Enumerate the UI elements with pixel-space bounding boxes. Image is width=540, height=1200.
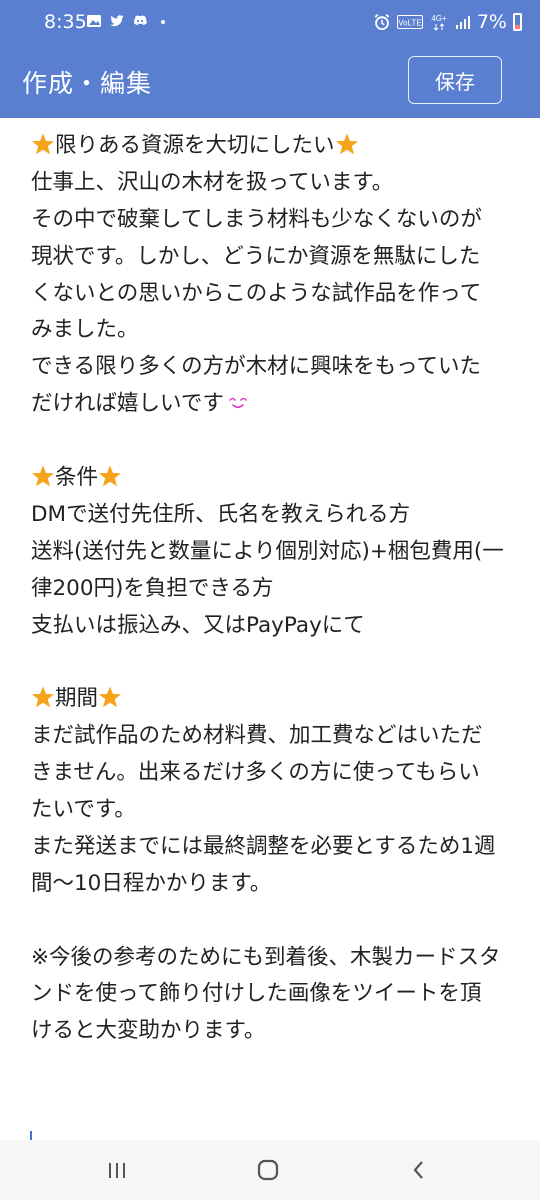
text-line: 現状です。しかし、どうにか資源を無駄にした — [31, 239, 521, 276]
text-line: けると大変助かります。 — [31, 1013, 521, 1050]
page-title: 作成・編集 — [22, 69, 153, 98]
section-heading-text: 期間 — [55, 686, 99, 712]
text-line: だければ嬉しいです — [31, 386, 521, 423]
text-line-content: まだ試作品のため材料費、加工費などはいただ — [31, 723, 483, 749]
text-line-content: また発送までには最終調整を必要とするため1週 — [31, 833, 496, 859]
alarm-icon — [374, 14, 390, 30]
text-line: まだ試作品のため材料費、加工費などはいただ — [31, 718, 521, 755]
text-line-content: その中で破棄してしまう材料も少なくないのが — [31, 206, 482, 232]
save-button[interactable]: 保存 — [408, 56, 502, 104]
text-line: できる限り多くの方が木材に興味をもっていた — [31, 349, 521, 386]
text-line-content: 現状です。しかし、どうにか資源を無駄にした — [31, 243, 481, 269]
home-button[interactable] — [253, 1156, 283, 1184]
back-button[interactable] — [404, 1156, 434, 1184]
text-line: たいです。 — [31, 792, 521, 829]
gallery-icon — [87, 15, 101, 27]
star-icon — [32, 133, 54, 155]
recent-apps-icon — [109, 1163, 125, 1178]
section-heading: 条件 — [31, 460, 521, 497]
more-notifications-dot-icon — [161, 20, 165, 24]
status-right: VoLTE 4G+ 7% — [373, 11, 522, 33]
text-line-content: きません。出来るだけ多くの方に使ってもらい — [31, 760, 480, 786]
text-line-content: みました。 — [31, 317, 139, 343]
discord-icon — [134, 15, 147, 26]
text-line: みました。 — [31, 312, 521, 349]
text-line: きません。出来るだけ多くの方に使ってもらい — [31, 755, 521, 792]
text-line-content: ※今後の参考のためにも到着後、木製カードスタ — [31, 944, 501, 970]
status-bar: 8:35 VoLTE 4G+ 7% — [0, 0, 540, 44]
text-line-content: できる限り多くの方が木材に興味をもっていた — [31, 354, 481, 380]
text-line-content: 仕事上、沢山の木材を扱っています。 — [31, 169, 394, 195]
back-icon — [413, 1161, 423, 1179]
text-line: くないとの思いからこのような試作品を作って — [31, 276, 521, 313]
text-line-content: ンドを使って飾り付けした画像をツイートを頂 — [31, 981, 482, 1007]
section-heading: 期間 — [31, 681, 521, 718]
section-heading-text: 条件 — [55, 465, 99, 491]
section-heading-text: 限りある資源を大切にしたい — [55, 133, 335, 158]
star-icon — [32, 686, 54, 708]
text-line: 仕事上、沢山の木材を扱っています。 — [31, 165, 521, 202]
text-line: 支払いは振込み、又はPayPayにて — [31, 608, 521, 645]
text-line-content: DMで送付先住所、氏名を教えられる方 — [31, 501, 411, 527]
text-line: ※今後の参考のためにも到着後、木製カードスタ — [31, 940, 521, 977]
svg-text:VoLTE: VoLTE — [398, 19, 421, 28]
editor-text[interactable]: 限りある資源を大切にしたい仕事上、沢山の木材を扱っています。その中で破棄してしま… — [31, 128, 521, 1050]
home-icon — [257, 1159, 279, 1181]
text-line-content: たいです。 — [31, 797, 136, 823]
text-line: DMで送付先住所、氏名を教えられる方 — [31, 497, 521, 534]
status-time: 8:35 — [44, 11, 87, 33]
text-line-content: 送料(送付先と数量により個別対応)+梱包費用(一 — [31, 538, 504, 564]
star-icon — [335, 133, 358, 155]
text-line: 間〜10日程かかります。 — [31, 866, 521, 903]
battery-icon — [513, 13, 522, 31]
notification-icons — [86, 13, 171, 29]
star-icon — [99, 465, 122, 487]
app-bar: 作成・編集 保存 — [0, 44, 540, 118]
twitter-icon — [110, 15, 124, 27]
text-line-content: だければ嬉しいです — [31, 391, 224, 417]
text-line: 律200円)を負担できる方 — [31, 571, 521, 608]
text-line: ンドを使って飾り付けした画像をツイートを頂 — [31, 976, 521, 1013]
text-line-content: 間〜10日程かかります。 — [31, 870, 272, 896]
network-4g-icon: 4G+ — [431, 14, 447, 31]
smile-emoji-icon — [229, 397, 247, 409]
star-icon — [32, 465, 54, 487]
navigation-bar — [0, 1140, 540, 1200]
text-line-content: 支払いは振込み、又はPayPayにて — [31, 612, 365, 638]
volte-icon: VoLTE — [396, 15, 423, 29]
section-heading: 限りある資源を大切にしたい — [31, 128, 521, 165]
recent-apps-button[interactable] — [102, 1156, 132, 1184]
text-cursor — [30, 1131, 32, 1140]
text-line: 送料(送付先と数量により個別対応)+梱包費用(一 — [31, 534, 521, 571]
text-line-content: 律200円)を負担できる方 — [31, 575, 274, 601]
svg-text:4G+: 4G+ — [431, 14, 447, 23]
battery-percent: 7% — [476, 11, 507, 33]
text-line: また発送までには最終調整を必要とするため1週 — [31, 829, 521, 866]
text-editor[interactable]: 限りある資源を大切にしたい仕事上、沢山の木材を扱っています。その中で破棄してしま… — [0, 118, 540, 1140]
text-line-content: けると大変助かります。 — [31, 1018, 266, 1044]
signal-icon — [455, 16, 470, 29]
star-icon — [99, 686, 122, 708]
text-line: その中で破棄してしまう材料も少なくないのが — [31, 202, 521, 239]
text-line-content: くないとの思いからこのような試作品を作って — [31, 280, 482, 306]
